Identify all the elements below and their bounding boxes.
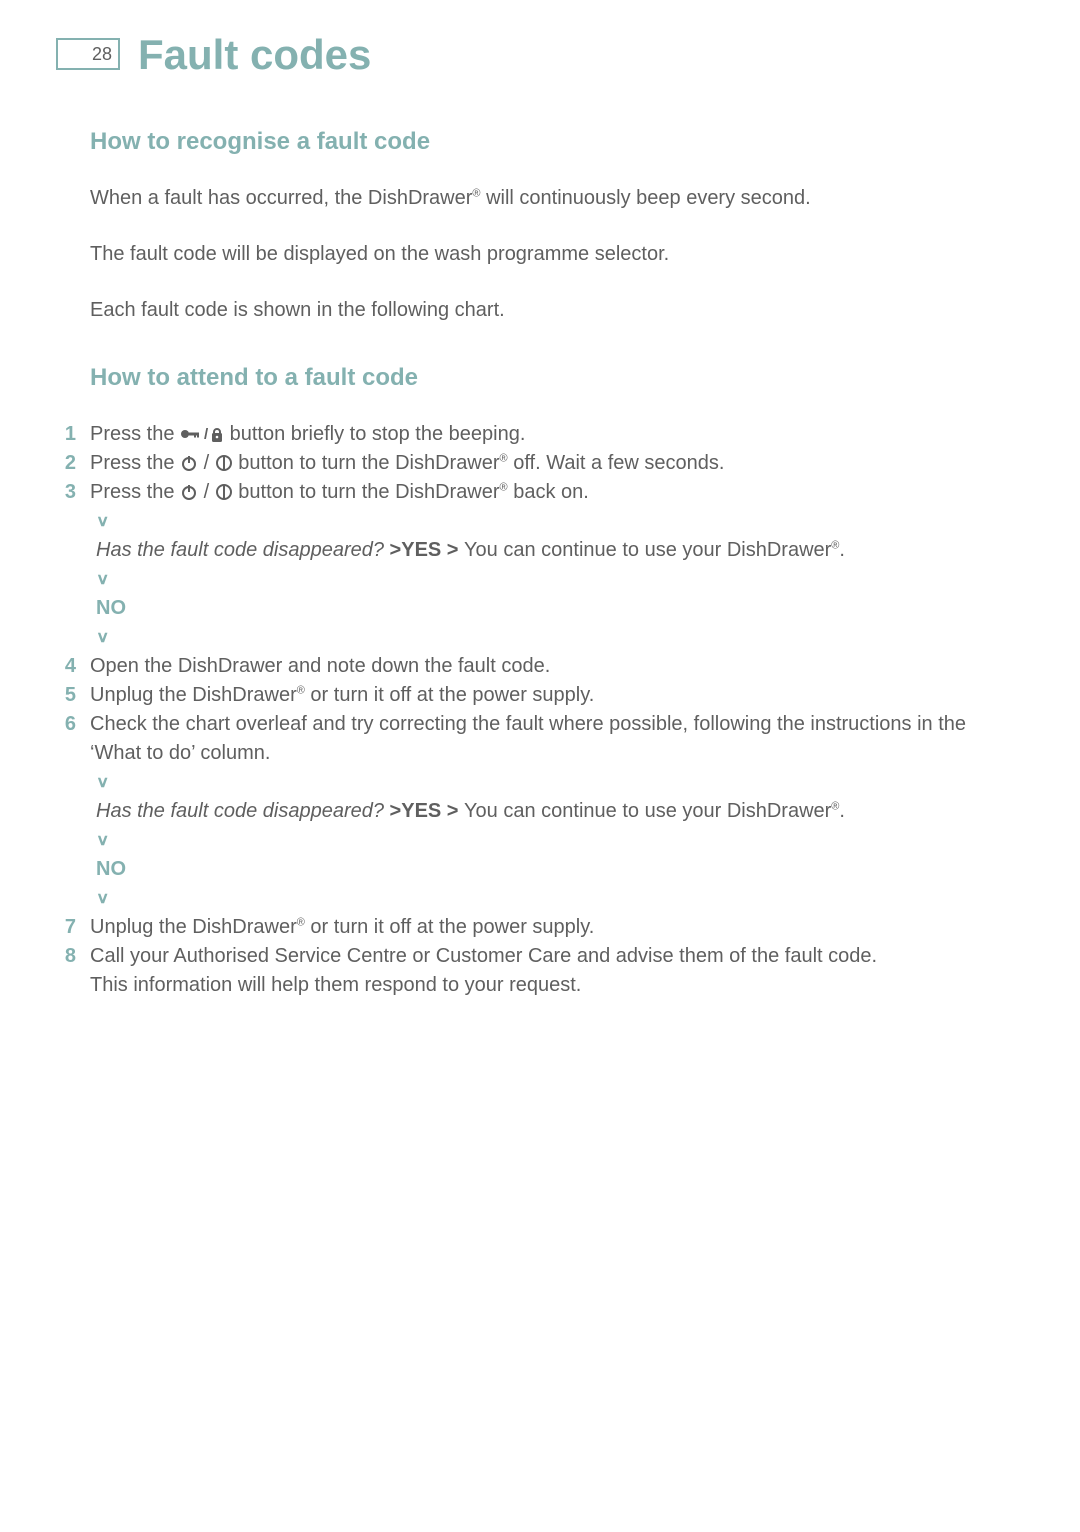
text: will continuously beep every second.: [481, 187, 811, 209]
down-arrow-icon: ∨: [96, 570, 110, 590]
step-body: Open the DishDrawer and note down the fa…: [90, 652, 1000, 681]
registered-mark: ®: [472, 187, 480, 199]
text: Unplug the DishDrawer: [90, 684, 297, 706]
text: back on.: [508, 481, 589, 503]
down-arrow-icon: ∨: [96, 628, 110, 648]
step-body: Press the /: [90, 420, 1000, 449]
text: Has the fault code disappeared?: [96, 539, 390, 561]
text: You can continue to use your DishDrawer: [464, 800, 831, 822]
decision-flow: ∨ Has the fault code disappeared? >YES >…: [96, 507, 1000, 652]
paragraph: Each fault code is shown in the followin…: [90, 296, 1000, 324]
down-arrow-icon: ∨: [96, 773, 110, 793]
no-branch: NO: [96, 594, 1000, 623]
step-row: 1 Press the /: [56, 420, 1000, 449]
step-number: 5: [56, 681, 76, 710]
text: Press the: [90, 452, 180, 474]
text: Unplug the DishDrawer: [90, 916, 297, 938]
step-number: 1: [56, 420, 76, 449]
no-branch: NO: [96, 855, 1000, 884]
yes-branch: >YES >: [390, 800, 465, 822]
down-arrow-icon: ∨: [96, 889, 110, 909]
page-header: 28 Fault codes: [56, 34, 1000, 76]
text: .: [839, 539, 845, 561]
text: button to turn the DishDrawer: [238, 481, 499, 503]
text: When a fault has occurred, the DishDrawe…: [90, 187, 472, 209]
svg-text:/: /: [204, 426, 209, 443]
step-row: 5 Unplug the DishDrawer® or turn it off …: [56, 681, 1000, 710]
step-row: 8 Call your Authorised Service Centre or…: [56, 942, 1000, 1000]
registered-mark: ®: [500, 452, 508, 464]
document-page: 28 Fault codes How to recognise a fault …: [0, 0, 1080, 1532]
power-alt-icon: [215, 483, 233, 501]
text: Has the fault code disappeared?: [96, 800, 390, 822]
yes-branch: >YES >: [390, 539, 465, 561]
text: /: [204, 481, 215, 503]
text: Call your Authorised Service Centre or C…: [90, 942, 1000, 971]
section-attend: How to attend to a fault code: [90, 364, 1000, 392]
step-number: 7: [56, 913, 76, 942]
decision-question: Has the fault code disappeared? >YES > Y…: [96, 536, 1000, 565]
text: .: [839, 800, 845, 822]
step-number: 3: [56, 478, 76, 507]
text: off. Wait a few seconds.: [508, 452, 725, 474]
step-body: Unplug the DishDrawer® or turn it off at…: [90, 681, 1000, 710]
step-number: 6: [56, 710, 76, 739]
step-number: 8: [56, 942, 76, 971]
decision-flow: ∨ Has the fault code disappeared? >YES >…: [96, 768, 1000, 913]
text: /: [204, 452, 215, 474]
step-body: Press the / button to turn the DishDrawe…: [90, 449, 1000, 478]
section-heading-attend: How to attend to a fault code: [90, 364, 1000, 392]
text: button briefly to stop the beeping.: [230, 423, 526, 445]
text: Press the: [90, 481, 180, 503]
step-body: Check the chart overleaf and try correct…: [90, 710, 1000, 768]
power-icon: [180, 454, 198, 472]
power-icon: [180, 483, 198, 501]
text: This information will help them respond …: [90, 971, 1000, 1000]
step-number: 2: [56, 449, 76, 478]
page-number-badge: 28: [56, 38, 120, 70]
step-row: 4 Open the DishDrawer and note down the …: [56, 652, 1000, 681]
keylock-icon: /: [180, 425, 224, 443]
paragraph: The fault code will be displayed on the …: [90, 240, 1000, 268]
text: Press the: [90, 423, 180, 445]
step-row: 2 Press the / button to turn the: [56, 449, 1000, 478]
registered-mark: ®: [500, 481, 508, 493]
decision-question: Has the fault code disappeared? >YES > Y…: [96, 797, 1000, 826]
down-arrow-icon: ∨: [96, 512, 110, 532]
text: button to turn the DishDrawer: [238, 452, 499, 474]
power-alt-icon: [215, 454, 233, 472]
page-title: Fault codes: [138, 34, 371, 76]
section-heading-recognise: How to recognise a fault code: [90, 128, 1000, 156]
step-row: 6 Check the chart overleaf and try corre…: [56, 710, 1000, 768]
step-body: Press the / button to turn the DishDrawe…: [90, 478, 1000, 507]
text: or turn it off at the power supply.: [305, 916, 594, 938]
step-body: Call your Authorised Service Centre or C…: [90, 942, 1000, 1000]
registered-mark: ®: [297, 916, 305, 928]
paragraph: When a fault has occurred, the DishDrawe…: [90, 184, 1000, 212]
section-recognise: How to recognise a fault code When a fau…: [90, 128, 1000, 324]
step-row: 7 Unplug the DishDrawer® or turn it off …: [56, 913, 1000, 942]
text: You can continue to use your DishDrawer: [464, 539, 831, 561]
down-arrow-icon: ∨: [96, 831, 110, 851]
text: or turn it off at the power supply.: [305, 684, 594, 706]
registered-mark: ®: [297, 684, 305, 696]
step-number: 4: [56, 652, 76, 681]
steps-list: 1 Press the /: [56, 420, 1000, 1000]
step-row: 3 Press the / button to turn the: [56, 478, 1000, 507]
step-body: Unplug the DishDrawer® or turn it off at…: [90, 913, 1000, 942]
